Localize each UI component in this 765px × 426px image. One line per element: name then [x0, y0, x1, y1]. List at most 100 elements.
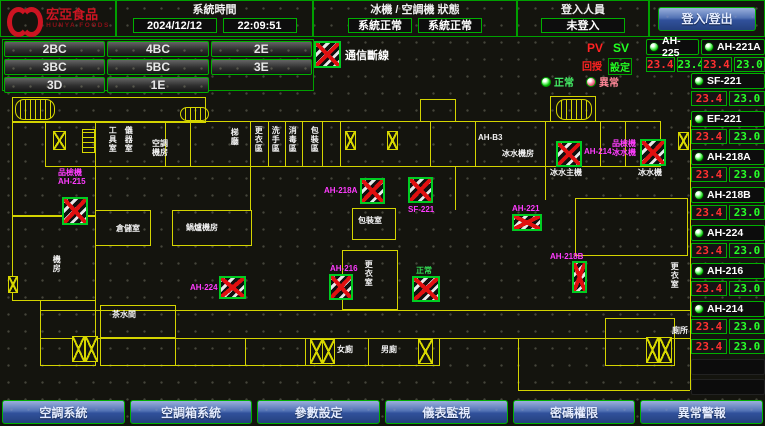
equipment-values: 23.4 23.0 — [691, 91, 765, 106]
floor-button-3bc[interactable]: 3BC — [4, 59, 105, 75]
elevator-icon — [345, 131, 356, 150]
equipment-row[interactable]: AH-218A — [691, 149, 765, 165]
equipment-row[interactable]: SF-221 — [691, 73, 765, 89]
equipment-name: AH-214 — [707, 303, 743, 315]
room-label: 空調機房 — [152, 139, 174, 157]
sv-value: 23.0 — [729, 281, 765, 296]
sv-value: 23.0 — [734, 57, 765, 72]
equipment-values: 23.4 23.0 — [691, 205, 765, 220]
status-led-icon — [694, 152, 704, 162]
wall-segment — [420, 99, 456, 122]
normal-label: 正常 — [554, 74, 574, 89]
logo: 宏亞食品 HUNYA FOODS — [0, 0, 116, 37]
room-label: 更衣區 — [254, 126, 263, 153]
sv-value: 23.0 — [729, 91, 765, 106]
equipment-name: AH-224 — [707, 227, 743, 239]
ladder-icon — [82, 129, 95, 153]
wall-segment — [600, 121, 601, 167]
equipment-name: AH-221A — [717, 41, 761, 53]
equipment-row[interactable]: AH-221A — [701, 39, 765, 55]
login-logout-button[interactable]: 登入/登出 — [658, 7, 756, 31]
ahu-unit-icon[interactable] — [408, 177, 433, 203]
pv-value: 23.4 — [691, 91, 727, 106]
nav-alarm[interactable]: 異常警報 — [640, 400, 763, 424]
pv-value: 23.4 — [691, 319, 727, 334]
login-section: 登入人員 未登入 — [517, 0, 649, 37]
status-led-icon — [694, 228, 704, 238]
sv-value: 23.0 — [729, 319, 765, 334]
wall-segment — [250, 121, 251, 167]
floor-button-2bc[interactable]: 2BC — [4, 41, 105, 57]
ahu-unit-icon[interactable] — [219, 276, 246, 299]
equipment-row[interactable]: EF-221 — [691, 111, 765, 127]
floor-button-5bc[interactable]: 5BC — [107, 59, 208, 75]
equipment-name: EF-221 — [707, 113, 741, 125]
ahu-unit-icon[interactable] — [329, 274, 353, 300]
status-led-icon — [649, 42, 659, 52]
wall-segment — [475, 121, 476, 167]
floor-button-1e[interactable]: 1E — [107, 77, 208, 93]
status-led-icon — [694, 266, 704, 276]
status-led-icon — [694, 190, 704, 200]
stairs-icon — [556, 99, 592, 120]
pv-header: PV — [587, 41, 603, 55]
elevator-icon — [8, 276, 18, 293]
comm-loss-icon — [314, 41, 341, 68]
system-time-label: 系統時間 — [193, 5, 237, 16]
unit-label: 品檢機 AH-215 — [58, 168, 94, 186]
ahu-unit-icon[interactable] — [62, 197, 88, 225]
wall-segment — [305, 338, 306, 366]
equipment-row[interactable]: AH-224 — [691, 225, 765, 241]
comm-loss-label: 通信斷線 — [345, 47, 389, 63]
ahu-unit-icon[interactable] — [512, 214, 542, 231]
wall-segment — [368, 338, 369, 366]
floor-button-4bc[interactable]: 4BC — [107, 41, 208, 57]
equipment-row[interactable]: AH-214 — [691, 301, 765, 317]
equipment-values: 23.4 23.4 — [646, 57, 699, 72]
nav-ac-system[interactable]: 空調系統 — [2, 400, 125, 424]
nav-ahu-system[interactable]: 空調箱系統 — [130, 400, 253, 424]
room-label: 茶水間 — [112, 310, 136, 319]
bottom-nav: 空調系統 空調箱系統 參數設定 儀表監視 密碼權限 異常警報 — [2, 400, 763, 424]
room-label: AH-B3 — [478, 133, 502, 142]
equipment-row[interactable]: AH-216 — [691, 263, 765, 279]
system-time-section: 系統時間 2024/12/12 22:09:51 — [116, 0, 313, 37]
equipment-name: AH-216 — [707, 265, 743, 277]
equipment-row[interactable]: AH-225 — [646, 39, 699, 55]
pv-value: 23.4 — [691, 205, 727, 220]
floor-button-3d[interactable]: 3D — [4, 77, 105, 93]
floor-button-3e[interactable]: 3E — [211, 59, 312, 75]
abnormal-led-icon — [586, 77, 596, 87]
stairs-icon — [180, 107, 209, 121]
room-label: 更衣室 — [364, 260, 373, 287]
equipment-row[interactable]: AH-218B — [691, 187, 765, 203]
room-label: 包裝區 — [310, 126, 319, 153]
pv-value: 23.4 — [646, 57, 675, 72]
equipment-values: 23.4 23.0 — [691, 281, 765, 296]
wall-segment — [175, 338, 176, 366]
legend-abnormal: 異常 — [586, 74, 619, 89]
nav-parameter-settings[interactable]: 參數設定 — [257, 400, 380, 424]
wall-segment — [340, 121, 341, 167]
floor-button-2e[interactable]: 2E — [211, 41, 312, 57]
wall-segment — [545, 121, 546, 167]
unit-label: AH-224 — [190, 283, 220, 292]
ahu-unit-icon[interactable] — [412, 276, 440, 302]
status-led-icon — [694, 114, 704, 124]
nav-password-auth[interactable]: 密碼權限 — [513, 400, 636, 424]
wall-segment — [190, 121, 191, 167]
ahu-unit-icon[interactable] — [360, 178, 385, 204]
hunya-logo-icon — [6, 6, 42, 32]
room-label: 鍋爐機房 — [186, 223, 218, 232]
sv-value: 23.0 — [729, 167, 765, 182]
top-header: 宏亞食品 HUNYA FOODS 系統時間 2024/12/12 22:09:5… — [0, 0, 765, 37]
wall-segment — [268, 121, 269, 167]
login-button-section: 登入/登出 — [649, 0, 765, 37]
ahu-unit-icon[interactable] — [556, 141, 582, 167]
ahu-unit-icon[interactable] — [572, 261, 587, 293]
room-label: 倉儲室 — [116, 224, 140, 233]
equipment-name: AH-225 — [662, 35, 698, 59]
wall-segment — [322, 121, 323, 167]
nav-meter-monitor[interactable]: 儀表監視 — [385, 400, 508, 424]
sv-value: 23.0 — [729, 129, 765, 144]
